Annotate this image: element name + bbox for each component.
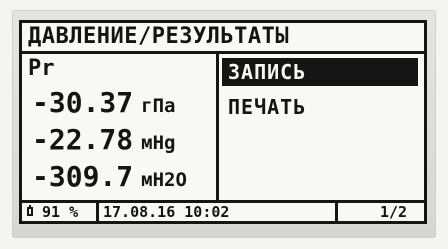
menu-item-print[interactable]: ПЕЧАТЬ xyxy=(222,93,418,121)
status-divider xyxy=(335,203,338,221)
readings-panel: Pr -30.37 гПа -22.78 мНg -309.7 мН2О xyxy=(22,54,219,200)
battery-status: 91 % xyxy=(22,203,96,221)
page-indicator: 1/2 xyxy=(380,203,408,221)
status-divider xyxy=(96,203,99,221)
reading-hpa: -30.37 гПа xyxy=(32,86,175,119)
reading-mmh2o: -309.7 мН2О xyxy=(32,160,187,193)
status-bar: 91 % 17.08.16 10:02 1/2 xyxy=(22,200,424,221)
parameter-label: Pr xyxy=(28,56,55,81)
reading-unit: гПа xyxy=(141,95,176,117)
reading-value: -30.37 xyxy=(32,86,134,119)
reading-unit: мНg xyxy=(141,132,176,154)
reading-mmhg: -22.78 мНg xyxy=(32,123,175,156)
battery-icon xyxy=(27,205,33,216)
screen-title: ДАВЛЕНИЕ/РЕЗУЛЬТАТЫ xyxy=(22,23,424,54)
reading-unit: мН2О xyxy=(141,169,187,191)
reading-value: -22.78 xyxy=(32,123,134,156)
lcd-screen: ДАВЛЕНИЕ/РЕЗУЛЬТАТЫ Pr -30.37 гПа -22.78 м… xyxy=(19,20,427,224)
reading-value: -309.7 xyxy=(32,160,134,193)
date-time: 17.08.16 10:02 xyxy=(103,203,230,221)
menu-item-record[interactable]: ЗАПИСЬ xyxy=(222,58,418,86)
battery-level: 91 % xyxy=(42,203,79,221)
